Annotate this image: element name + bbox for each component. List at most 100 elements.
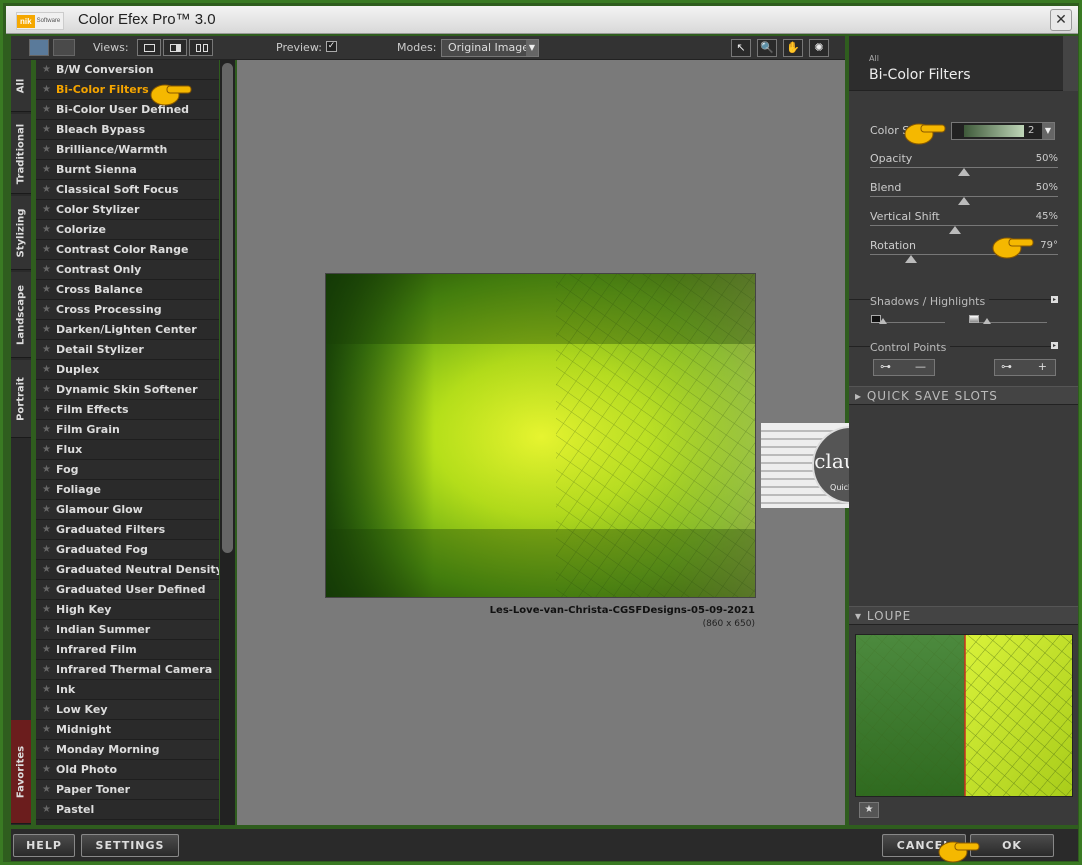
favorite-star-icon[interactable]: ★: [42, 420, 51, 440]
filter-item[interactable]: ★ Colorize: [36, 220, 219, 240]
filter-list-scrollbar[interactable]: [220, 60, 235, 825]
favorite-star-icon[interactable]: ★: [42, 440, 51, 460]
favorite-star-icon[interactable]: ★: [42, 260, 51, 280]
favorite-star-icon[interactable]: ★: [42, 460, 51, 480]
favorite-star-icon[interactable]: ★: [42, 400, 51, 420]
color-set-select[interactable]: 2 ▼: [951, 122, 1055, 140]
settings-button[interactable]: SETTINGS: [81, 834, 179, 857]
filter-item[interactable]: ★ Infrared Film: [36, 640, 219, 660]
favorite-star-icon[interactable]: ★: [42, 360, 51, 380]
favorite-star-icon[interactable]: ★: [42, 220, 51, 240]
pointer-tool-button[interactable]: ↖: [731, 39, 751, 57]
panel-scrollbar[interactable]: [1063, 36, 1078, 91]
loupe-pin-button[interactable]: ★: [859, 802, 879, 818]
filter-item[interactable]: ★ Low Key: [36, 700, 219, 720]
favorite-star-icon[interactable]: ★: [42, 480, 51, 500]
filter-item[interactable]: ★ Fog: [36, 460, 219, 480]
filter-item[interactable]: ★ Graduated User Defined: [36, 580, 219, 600]
remove-control-point-button[interactable]: ⊶ —: [873, 359, 935, 376]
highlights-knob[interactable]: [983, 318, 991, 324]
zoom-tool-button[interactable]: 🔍: [757, 39, 777, 57]
tab-stylizing[interactable]: Stylizing: [11, 196, 31, 270]
tab-traditional[interactable]: Traditional: [11, 114, 31, 194]
filter-item[interactable]: ★ Midnight: [36, 720, 219, 740]
favorite-star-icon[interactable]: ★: [42, 660, 51, 680]
favorite-star-icon[interactable]: ★: [42, 280, 51, 300]
filter-item[interactable]: ★ Color Stylizer: [36, 200, 219, 220]
quick-save-slots-header[interactable]: ▸ QUICK SAVE SLOTS: [849, 386, 1078, 405]
filter-item[interactable]: ★ Contrast Color Range: [36, 240, 219, 260]
filter-item[interactable]: ★ Cross Balance: [36, 280, 219, 300]
tab-favorites[interactable]: Favorites: [11, 720, 31, 824]
favorite-star-icon[interactable]: ★: [42, 680, 51, 700]
favorite-star-icon[interactable]: ★: [42, 200, 51, 220]
filter-item[interactable]: ★ Graduated Fog: [36, 540, 219, 560]
filter-item[interactable]: ★ Foliage: [36, 480, 219, 500]
tab-landscape[interactable]: Landscape: [11, 272, 31, 358]
preview-image[interactable]: [325, 273, 756, 598]
control-points-expand-icon[interactable]: ▸: [1051, 342, 1058, 349]
favorite-star-icon[interactable]: ★: [42, 740, 51, 760]
favorite-star-icon[interactable]: ★: [42, 760, 51, 780]
favorite-star-icon[interactable]: ★: [42, 620, 51, 640]
shadows-knob[interactable]: [879, 318, 887, 324]
close-button[interactable]: ✕: [1050, 9, 1072, 31]
filter-item[interactable]: ★ Graduated Filters: [36, 520, 219, 540]
favorite-star-icon[interactable]: ★: [42, 500, 51, 520]
list-view-icon[interactable]: [53, 39, 75, 56]
filter-item[interactable]: ★ Glamour Glow: [36, 500, 219, 520]
shadows-track[interactable]: [881, 322, 945, 323]
favorite-star-icon[interactable]: ★: [42, 100, 51, 120]
filter-item[interactable]: ★ Old Photo: [36, 760, 219, 780]
filter-item[interactable]: ★ High Key: [36, 600, 219, 620]
slider-knob[interactable]: [958, 168, 970, 176]
tab-portrait[interactable]: Portrait: [11, 360, 31, 438]
view-side-by-side-button[interactable]: [189, 39, 213, 56]
ok-button[interactable]: OK: [970, 834, 1054, 857]
scrollbar-thumb[interactable]: [222, 63, 233, 553]
filter-item[interactable]: ★ Cross Processing: [36, 300, 219, 320]
slider-track[interactable]: [870, 225, 1058, 226]
filter-item[interactable]: ★ B/W Conversion: [36, 60, 219, 80]
slider-knob[interactable]: [948, 226, 961, 234]
shadows-expand-icon[interactable]: ▸: [1051, 296, 1058, 303]
favorite-star-icon[interactable]: ★: [42, 140, 51, 160]
filter-item[interactable]: ★ Bleach Bypass: [36, 120, 219, 140]
slider-knob[interactable]: [958, 197, 970, 205]
favorite-star-icon[interactable]: ★: [42, 780, 51, 800]
filter-item[interactable]: ★ Film Grain: [36, 420, 219, 440]
filter-item[interactable]: ★ Pastel: [36, 800, 219, 820]
preview-checkbox[interactable]: ✓: [326, 41, 337, 52]
filter-item[interactable]: ★ Flux: [36, 440, 219, 460]
favorite-star-icon[interactable]: ★: [42, 240, 51, 260]
light-tool-button[interactable]: ✺: [809, 39, 829, 57]
favorite-star-icon[interactable]: ★: [42, 120, 51, 140]
view-split-button[interactable]: [163, 39, 187, 56]
filter-item[interactable]: ★ Burnt Sienna: [36, 160, 219, 180]
favorite-star-icon[interactable]: ★: [42, 60, 51, 80]
filter-item[interactable]: ★ Film Effects: [36, 400, 219, 420]
loupe-view[interactable]: [855, 634, 1073, 797]
favorite-star-icon[interactable]: ★: [42, 80, 51, 100]
filter-item[interactable]: ★ Contrast Only: [36, 260, 219, 280]
loupe-header[interactable]: ▾ LOUPE: [849, 606, 1078, 625]
add-control-point-button[interactable]: ⊶ +: [994, 359, 1056, 376]
slider-knob[interactable]: [905, 255, 918, 263]
filter-item[interactable]: ★ Indian Summer: [36, 620, 219, 640]
filter-item[interactable]: ★ Detail Stylizer: [36, 340, 219, 360]
favorite-star-icon[interactable]: ★: [42, 520, 51, 540]
filter-item[interactable]: ★ Classical Soft Focus: [36, 180, 219, 200]
favorite-star-icon[interactable]: ★: [42, 180, 51, 200]
favorite-star-icon[interactable]: ★: [42, 560, 51, 580]
favorite-star-icon[interactable]: ★: [42, 720, 51, 740]
hand-tool-button[interactable]: ✋: [783, 39, 803, 57]
filter-item[interactable]: ★ Dynamic Skin Softener: [36, 380, 219, 400]
single-image-icon[interactable]: [29, 39, 49, 56]
filter-item[interactable]: ★ Duplex: [36, 360, 219, 380]
filter-item[interactable]: ★ Monday Morning: [36, 740, 219, 760]
favorite-star-icon[interactable]: ★: [42, 580, 51, 600]
tab-all[interactable]: All: [11, 60, 31, 112]
favorite-star-icon[interactable]: ★: [42, 160, 51, 180]
favorite-star-icon[interactable]: ★: [42, 320, 51, 340]
favorite-star-icon[interactable]: ★: [42, 380, 51, 400]
